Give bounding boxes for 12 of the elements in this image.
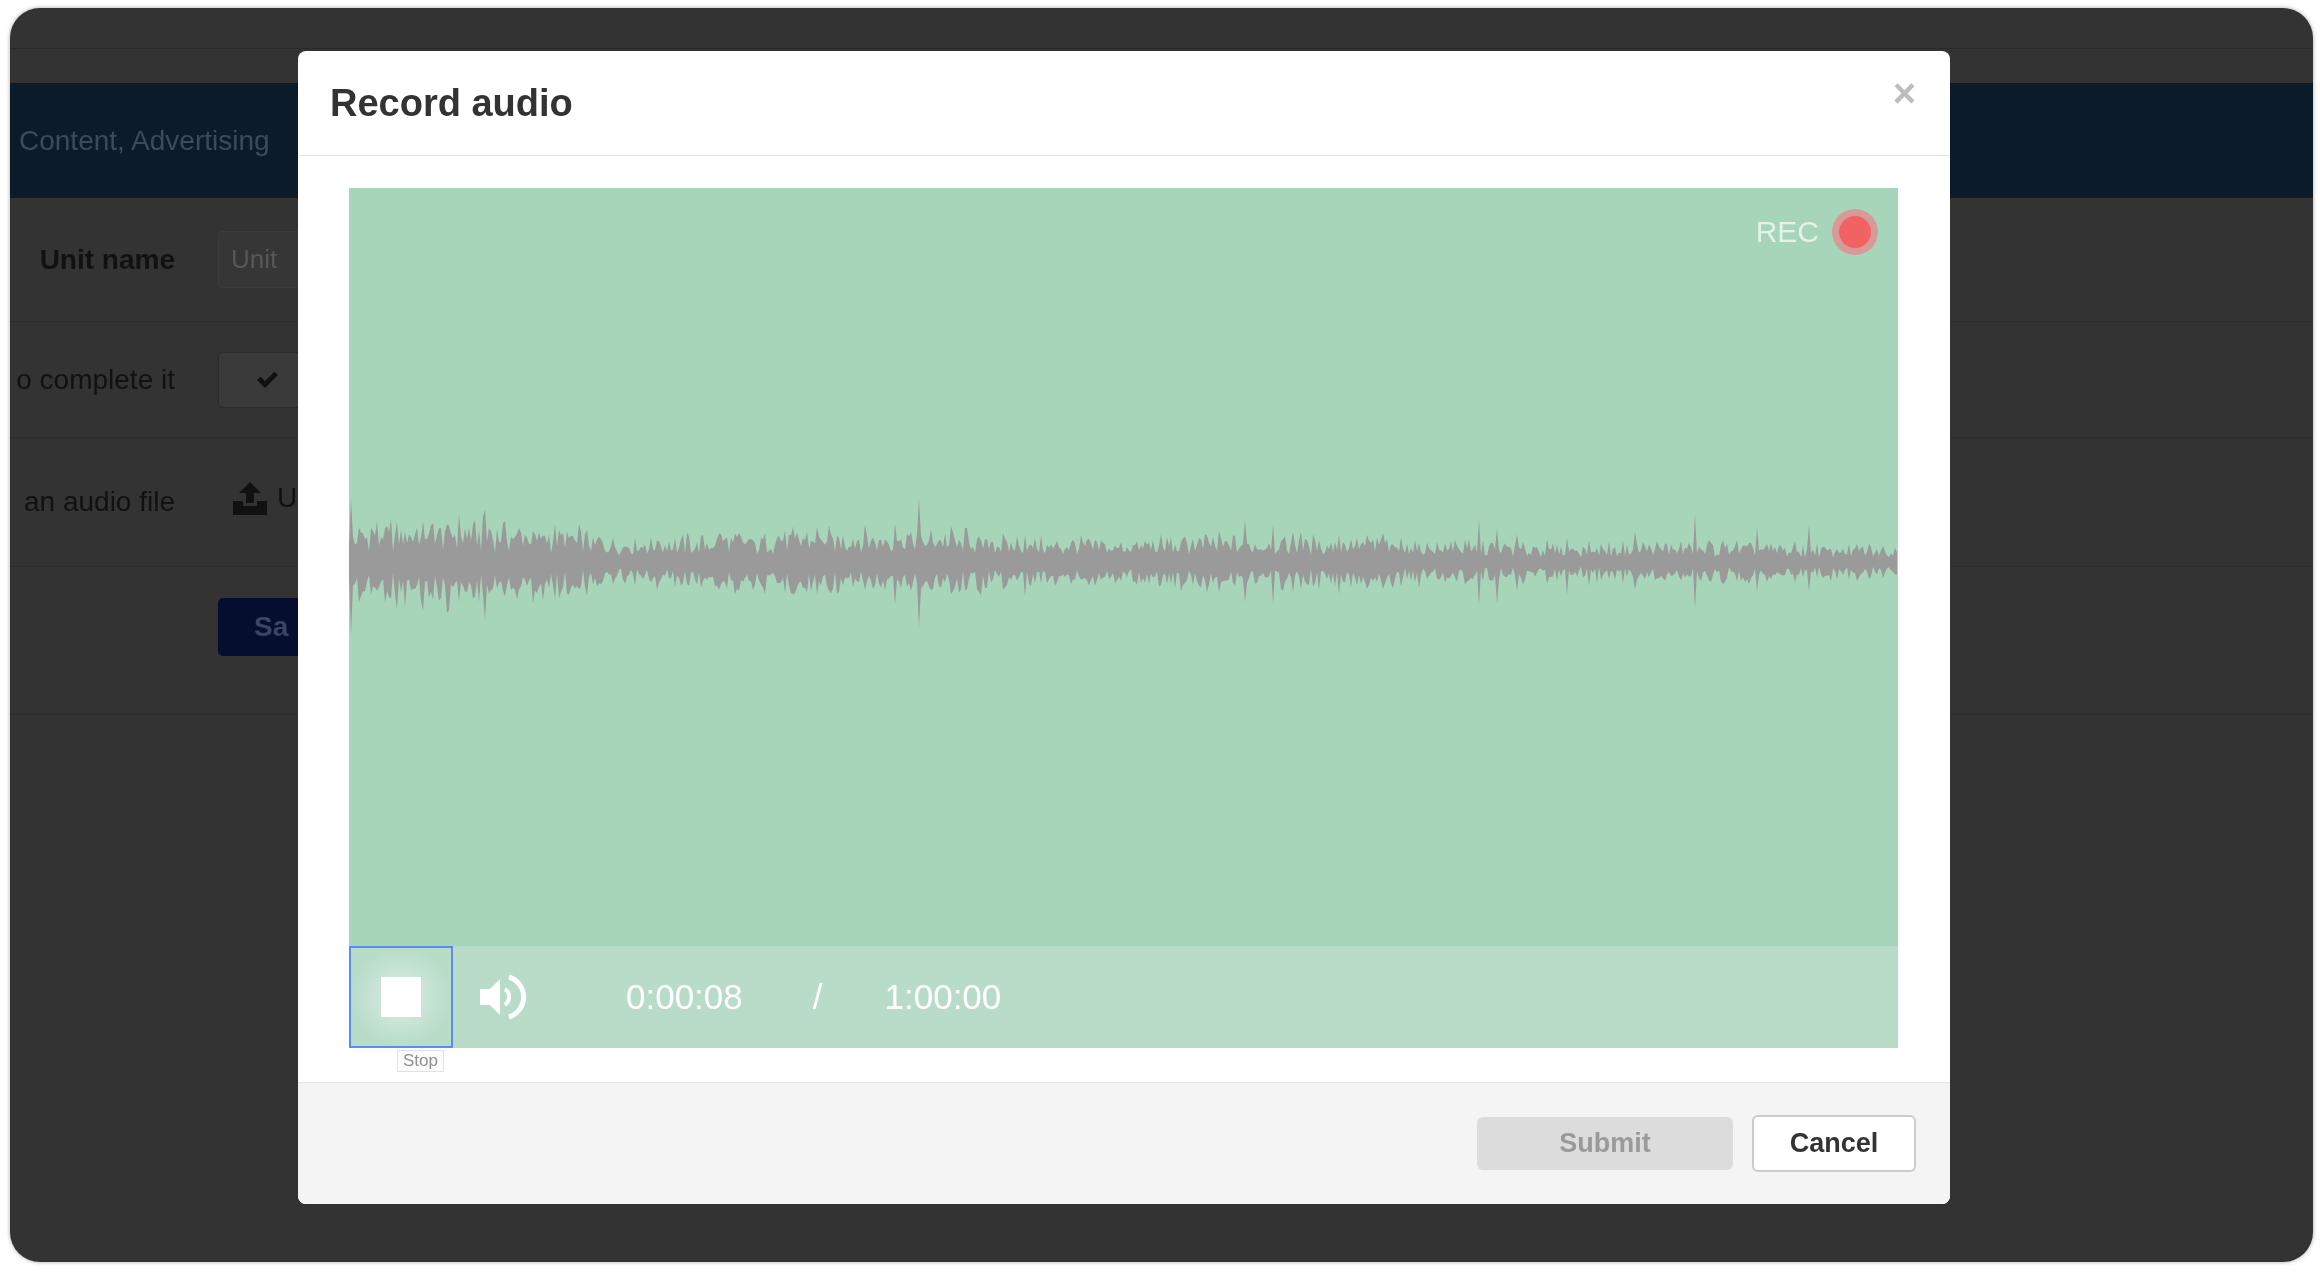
stop-button[interactable] bbox=[349, 946, 453, 1048]
stop-tooltip: Stop bbox=[397, 1050, 444, 1072]
time-separator: / bbox=[812, 977, 823, 1017]
cancel-button[interactable]: Cancel bbox=[1752, 1115, 1916, 1172]
close-button[interactable]: × bbox=[1892, 73, 1916, 113]
dialog-title: Record audio bbox=[330, 81, 573, 125]
upload-icon bbox=[233, 481, 267, 515]
elapsed-time: 0:00:08 bbox=[626, 977, 743, 1017]
rec-label: REC bbox=[1755, 215, 1819, 249]
time-limit: 1:00:00 bbox=[884, 977, 1002, 1017]
stop-icon bbox=[381, 977, 421, 1017]
check-icon bbox=[255, 369, 280, 390]
